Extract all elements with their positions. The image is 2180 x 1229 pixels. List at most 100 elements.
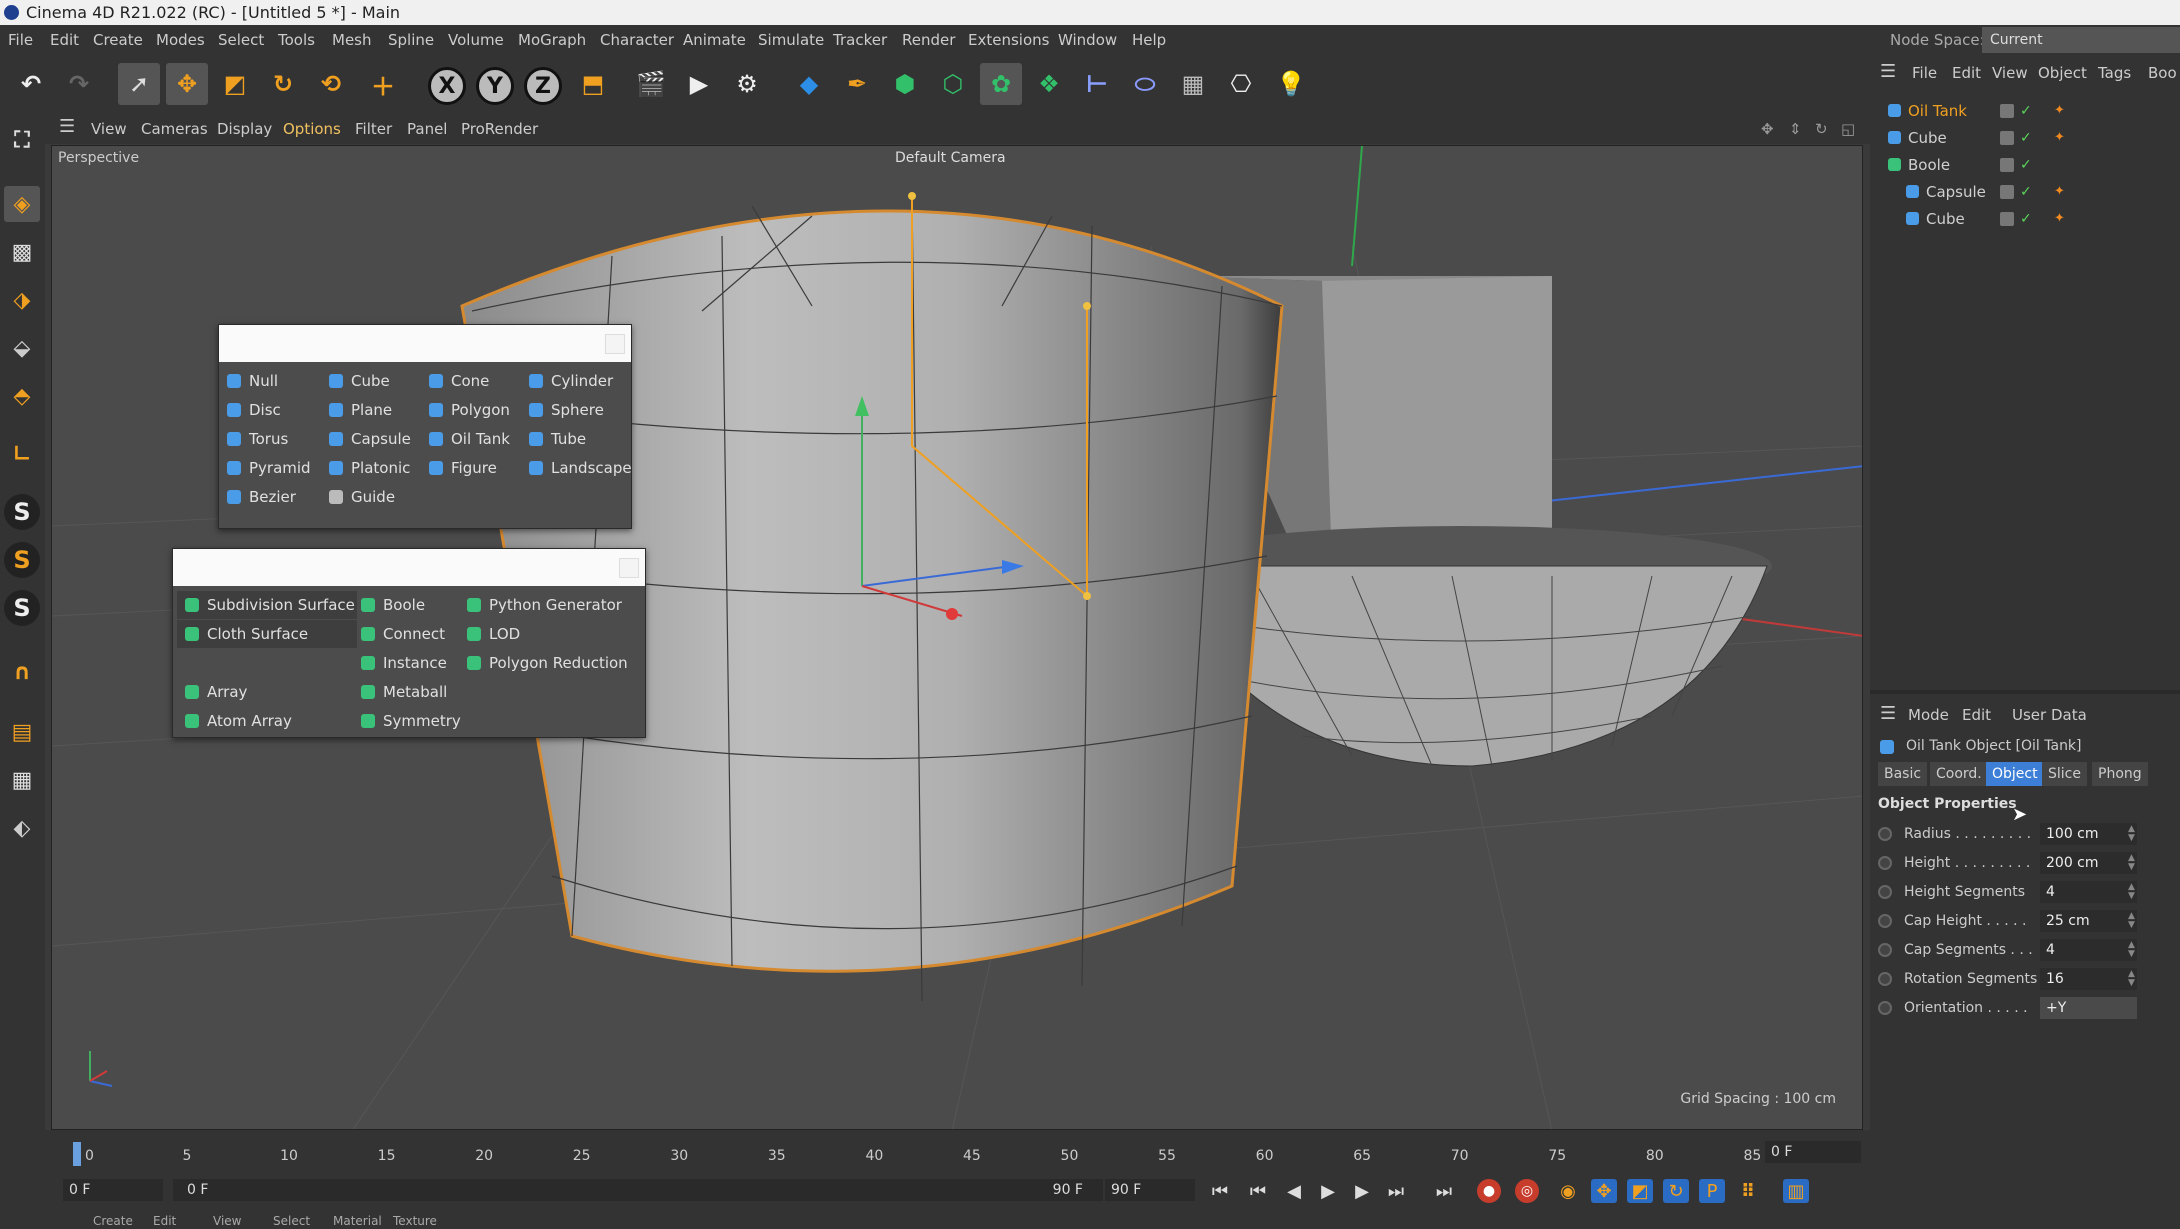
primitive-null[interactable]: Null [219, 367, 278, 395]
tab-slice[interactable]: Slice [2042, 762, 2087, 786]
planar-icon[interactable]: ⬖ [4, 810, 40, 846]
scene-camera-icon[interactable]: ⎔ [1220, 63, 1262, 105]
layer-icon[interactable] [2000, 158, 2014, 172]
object-row[interactable]: Boole ✓ [1870, 152, 2180, 178]
cube-icon[interactable]: ◆ [788, 63, 830, 105]
menu-file[interactable]: File [8, 31, 33, 49]
pan-icon[interactable]: ✥ [1761, 120, 1774, 138]
material-menu-item[interactable]: Texture [393, 1214, 437, 1228]
next-frame-icon[interactable]: ▶ [1349, 1179, 1375, 1203]
menu-simulate[interactable]: Simulate [758, 31, 824, 49]
menu-character[interactable]: Character [600, 31, 674, 49]
primitive-torus[interactable]: Torus [219, 425, 288, 453]
snap-icon[interactable]: S [4, 494, 40, 530]
dolly-icon[interactable]: ⇕ [1789, 120, 1802, 138]
animate-icon[interactable] [1878, 856, 1892, 870]
timeline-ruler[interactable]: 051015202530354045505560657075808590 [65, 1136, 1865, 1170]
primitive-polygon[interactable]: Polygon [421, 396, 510, 424]
current-frame-field[interactable]: 0 F [63, 1179, 163, 1201]
om-menu-tags[interactable]: Tags [2098, 64, 2131, 82]
prev-key-icon[interactable]: ⏮ [1245, 1179, 1271, 1203]
om-menu-view[interactable]: View [1992, 64, 2028, 82]
rotate-icon[interactable]: ↻ [262, 63, 304, 105]
primitive-sphere[interactable]: Sphere [521, 396, 604, 424]
viewport-menu-panel[interactable]: Panel [407, 120, 447, 138]
layer-icon[interactable] [2000, 212, 2014, 226]
menu-edit[interactable]: Edit [50, 31, 79, 49]
menu-tools[interactable]: Tools [278, 31, 315, 49]
stepper-icon[interactable]: ▲ ▼ [2128, 941, 2135, 959]
tag-icon[interactable]: ✦ [2054, 98, 2065, 124]
key-position-icon[interactable]: ✥ [1591, 1179, 1617, 1203]
enabled-check-icon[interactable]: ✓ [2020, 152, 2032, 178]
generator-connect[interactable]: Connect [353, 620, 445, 648]
camera-label[interactable]: Default Camera [895, 150, 1006, 166]
viewport-menu-prorender[interactable]: ProRender [461, 120, 538, 138]
primitive-cone[interactable]: Cone [421, 367, 489, 395]
texture-mode-icon[interactable]: ▩ [4, 234, 40, 270]
tab-object[interactable]: Object [1986, 762, 2044, 786]
z-axis-icon[interactable]: Z [524, 67, 562, 105]
stepper-icon[interactable]: ▲ ▼ [2128, 912, 2135, 930]
tab-basic[interactable]: Basic [1878, 762, 1928, 786]
enabled-check-icon[interactable]: ✓ [2020, 179, 2032, 205]
subdivision-icon[interactable]: ⬢ [884, 63, 926, 105]
workplane-icon[interactable]: S [4, 590, 40, 626]
tag-icon[interactable]: ✦ [2054, 179, 2065, 205]
primitive-pyramid[interactable]: Pyramid [219, 454, 311, 482]
attr-menu-mode[interactable]: Mode [1908, 706, 1949, 724]
menu-animate[interactable]: Animate [683, 31, 746, 49]
play-icon[interactable]: ▶ [1315, 1179, 1341, 1203]
orbit-icon[interactable]: ↻ [1815, 120, 1828, 138]
next-key-icon[interactable]: ⏭ [1383, 1179, 1409, 1203]
property-value[interactable]: 25 cm [2040, 910, 2137, 932]
primitive-plane[interactable]: Plane [321, 396, 392, 424]
go-to-start-icon[interactable]: ⏮ [1207, 1179, 1233, 1203]
auto-key-icon[interactable]: ◎ [1515, 1179, 1539, 1203]
object-row[interactable]: Capsule ✓ ✦ [1870, 179, 2180, 205]
end-frame-field[interactable]: 90 F [1105, 1179, 1195, 1201]
om-menu-object[interactable]: Object [2038, 64, 2087, 82]
primitive-landscape[interactable]: Landscape [521, 454, 632, 482]
render-view-icon[interactable]: 🎬 [630, 63, 672, 105]
animate-icon[interactable] [1878, 943, 1892, 957]
render-icon[interactable]: ▶ [678, 63, 720, 105]
menu-select[interactable]: Select [218, 31, 264, 49]
viewport-menu-options[interactable]: Options [283, 120, 341, 138]
hamburger-icon[interactable]: ☰ [59, 116, 75, 137]
object-row[interactable]: Cube ✓ ✦ [1870, 125, 2180, 151]
light-icon[interactable]: 💡 [1270, 63, 1312, 105]
scale-icon[interactable]: ◩ [214, 63, 256, 105]
om-menu-bookmarks[interactable]: Boo [2148, 64, 2177, 82]
model-mode-icon[interactable]: ◈ [4, 186, 40, 222]
render-settings-icon[interactable]: ⚙ [726, 63, 768, 105]
viewport-menu-cameras[interactable]: Cameras [141, 120, 208, 138]
y-axis-icon[interactable]: Y [476, 67, 514, 105]
soft-selection-icon[interactable]: S [4, 542, 40, 578]
generator-subdivision-surface[interactable]: Subdivision Surface [177, 591, 357, 619]
stepper-icon[interactable]: ▲ ▼ [2128, 854, 2135, 872]
property-value[interactable]: +Y [2040, 997, 2137, 1019]
animate-icon[interactable] [1878, 1001, 1892, 1015]
generator-array[interactable]: Array [177, 678, 247, 706]
primitive-capsule[interactable]: Capsule [321, 425, 411, 453]
generator-lod[interactable]: LOD [459, 620, 520, 648]
select-icon[interactable]: ➚ [118, 63, 160, 105]
stepper-icon[interactable]: ▲ ▼ [2128, 883, 2135, 901]
popup-header[interactable] [219, 325, 631, 362]
primitive-platonic[interactable]: Platonic [321, 454, 410, 482]
edges-mode-icon[interactable]: ⬙ [4, 330, 40, 366]
pen-icon[interactable]: ✒ [836, 63, 878, 105]
axis-mode-icon[interactable]: ∟ [4, 436, 40, 472]
timeline-window-icon[interactable]: ▥ [1783, 1179, 1809, 1203]
tag-icon[interactable]: ✦ [2054, 206, 2065, 232]
property-value[interactable]: 200 cm [2040, 852, 2137, 874]
close-icon[interactable] [605, 334, 625, 354]
menu-spline[interactable]: Spline [388, 31, 434, 49]
deformer-icon[interactable]: ⊢ [1076, 63, 1118, 105]
key-scale-icon[interactable]: ◩ [1627, 1179, 1653, 1203]
x-axis-icon[interactable]: X [428, 67, 466, 105]
camera-icon[interactable]: ⬭ [1124, 63, 1166, 105]
primitive-tube[interactable]: Tube [521, 425, 586, 453]
menu-tracker[interactable]: Tracker [833, 31, 887, 49]
